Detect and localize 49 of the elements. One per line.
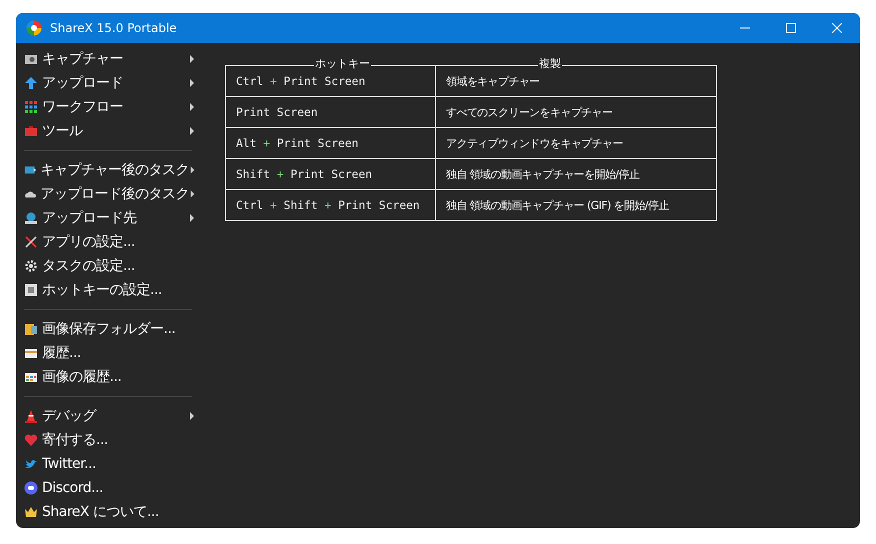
- close-icon: [832, 23, 842, 33]
- menu-item[interactable]: Twitter...: [24, 452, 204, 476]
- image-history-icon: [24, 370, 38, 384]
- menu-item[interactable]: アプリの設定...: [24, 230, 204, 254]
- action-cell-text: 領域をキャプチャー: [445, 74, 541, 90]
- menu-item[interactable]: Discord...: [24, 476, 204, 500]
- history-icon: [24, 346, 38, 360]
- action-cell-text: アクティブウィンドウをキャプチャー: [445, 136, 624, 152]
- column-header: ホットキー: [314, 57, 371, 71]
- maximize-icon: [786, 23, 796, 33]
- menu-item[interactable]: アップロード先: [24, 206, 204, 230]
- hotkey-cell: Alt + Print Screen: [226, 128, 436, 158]
- action-cell-text: すべてのスクリーンをキャプチャー: [445, 104, 614, 120]
- heart-icon: [24, 433, 38, 447]
- menu-item[interactable]: キャプチャー: [24, 47, 204, 71]
- toolbox-icon: [24, 124, 38, 138]
- keyboard-key-icon: [24, 283, 38, 297]
- column-header: 複製: [538, 57, 562, 71]
- menu-item[interactable]: タスクの設定...: [24, 254, 204, 278]
- menu-item[interactable]: 画像保存フォルダー...: [24, 317, 204, 341]
- crown-icon: [24, 505, 38, 519]
- up-arrow-icon: [24, 76, 38, 90]
- menu-item[interactable]: 寄付する...: [24, 428, 204, 452]
- tools-icon: [24, 235, 38, 249]
- menu-item[interactable]: デバッグ: [24, 404, 204, 428]
- hotkey-cell: Ctrl + Shift + Print Screen: [226, 190, 436, 220]
- grid-icon: [24, 100, 38, 114]
- globe-icon: [24, 211, 38, 225]
- folder-icon: [24, 322, 38, 336]
- menu-item[interactable]: アップロード: [24, 71, 204, 95]
- window-title: ShareX 15.0 Portable: [50, 21, 178, 35]
- traffic-cone-icon: [24, 409, 38, 423]
- hotkey-cell: Shift + Print Screen: [226, 159, 436, 189]
- menu-item[interactable]: 画像の履歴...: [24, 365, 204, 389]
- action-cell-text: 独自 領域の動画キャプチャー (GIF) を開始/停止: [445, 198, 670, 214]
- gear-icon: [24, 259, 38, 273]
- action-cell-text: 独自 領域の動画キャプチャーを開始/停止: [445, 166, 640, 182]
- app-logo-icon: [26, 20, 42, 36]
- chat-bubble-icon: [24, 481, 38, 495]
- menu-item[interactable]: ワークフロー: [24, 95, 204, 119]
- menu-item[interactable]: ホットキーの設定...: [24, 278, 204, 302]
- menu-item[interactable]: ツール: [24, 119, 204, 143]
- hotkey-cell: Print Screen: [226, 97, 436, 127]
- camera-icon: [24, 52, 38, 66]
- menu-item[interactable]: キャプチャー後のタスク: [24, 158, 204, 182]
- menu-item[interactable]: アップロード後のタスク: [24, 182, 204, 206]
- menu-item[interactable]: 履歴...: [24, 341, 204, 365]
- menu-item[interactable]: ShareX について...: [24, 500, 204, 524]
- bird-icon: [24, 457, 38, 471]
